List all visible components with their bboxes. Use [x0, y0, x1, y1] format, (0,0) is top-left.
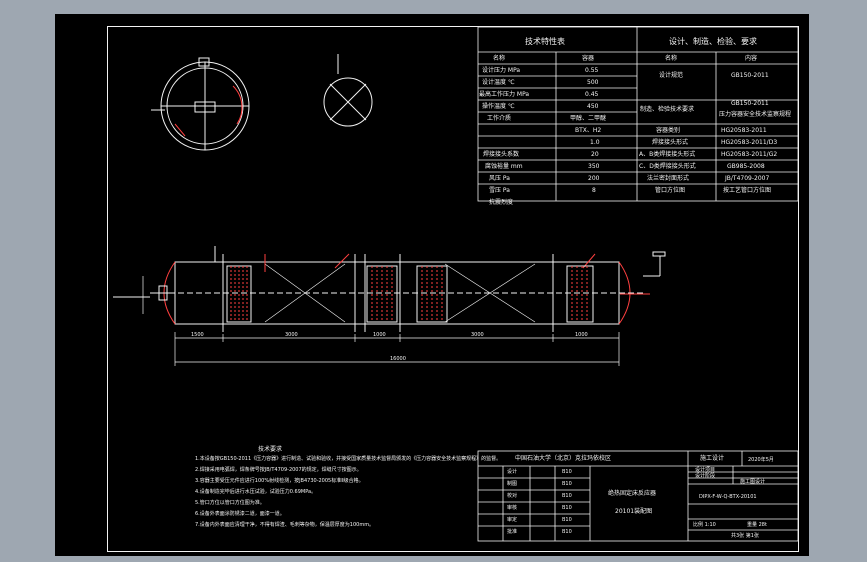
req-row-value: GB150-2011 — [731, 72, 769, 79]
note-line: 4.设备制造完毕后进行水压试验，试验压力0.69MPa。 — [195, 489, 317, 495]
spec-row-label: 腐蚀裕量 mm — [485, 163, 523, 170]
req-row-value: GB985-2008 — [727, 163, 765, 170]
req-row-label: 焊接接头形式 — [652, 139, 689, 146]
req-row-label: 名称 — [665, 55, 678, 62]
drawing-sheet: 技术特性表 设计、制造、检验、要求 名称 容器 设计压力 MPa 0.55 设计… — [55, 14, 809, 556]
role-id: B10 — [562, 481, 572, 487]
req-row-value: 按工艺管口方位图 — [723, 187, 772, 194]
dim-1: 1500 — [191, 332, 204, 338]
spec-row-value: 容器 — [582, 55, 595, 62]
role-label: 审核 — [507, 505, 518, 511]
spec-row-label: 最高工作压力 MPa — [479, 91, 530, 98]
drawing-name-1: 绝热固定床反应器 — [608, 490, 657, 497]
spec-row-label: 设计温度 ℃ — [482, 79, 515, 86]
spec-row-value: 0.45 — [585, 91, 599, 98]
req-row-value: 内容 — [745, 55, 758, 62]
note-line: 7.设备内外表面应清理干净，不得有焊渣、毛刺等杂物，保温层厚度为100mm。 — [195, 522, 375, 528]
dim-5: 1000 — [575, 332, 588, 338]
req-row-label: C、D类焊接接头形式 — [639, 163, 696, 170]
drawing-name-2: 20101装配图 — [615, 508, 653, 515]
section-view-a — [151, 57, 250, 151]
title-right-label: 施工图设计 — [740, 479, 766, 485]
note-line: 2.焊接采用电弧焊，焊条牌号按JB/T4709-2007的规定，焊缝尺寸按图示。 — [195, 467, 362, 473]
role-id: B10 — [562, 469, 572, 475]
req-row-value: HG20583-2011 — [721, 127, 767, 134]
title-block-stage: 施工设计 — [700, 455, 725, 462]
dim-total-length: 16000 — [390, 356, 406, 362]
spec-row-label: 抗震烈度 — [489, 199, 514, 206]
title-block-school: 中国石油大学（北京）克拉玛依校区 — [515, 455, 612, 462]
req-row-value: JB/T4709-2007 — [725, 175, 770, 182]
spec-row-value: 20 — [591, 151, 599, 158]
section-view-b — [323, 54, 373, 127]
role-id: B10 — [562, 493, 572, 499]
req-row-value: HG20583-2011/D3 — [721, 139, 778, 146]
req-row-value: GB150-2011 — [731, 100, 769, 107]
dim-3: 1000 — [373, 332, 386, 338]
role-label: 校对 — [507, 493, 518, 499]
spec-row-label: 风压 Pa — [489, 175, 510, 182]
spec-row-label: 工作介质 — [487, 115, 512, 122]
catalyst-bed-2 — [366, 265, 448, 323]
catalyst-bed-1 — [226, 265, 252, 323]
spec-row-value: 1.0 — [590, 139, 600, 146]
spec-row-value: 0.55 — [585, 67, 599, 74]
spec-row-label: 雪压 Pa — [489, 187, 510, 194]
req-row-label: 设计规范 — [659, 72, 684, 79]
spec-row-value: 450 — [587, 103, 599, 110]
dimension-lines — [142, 276, 620, 366]
title-right-label: 设计阶段 — [695, 473, 716, 479]
drawing-weight: 重量 28t — [747, 522, 767, 528]
role-id: B10 — [562, 517, 572, 523]
spec-row-label: 名称 — [493, 55, 506, 62]
dim-4: 3000 — [471, 332, 484, 338]
req-row-label: 法兰密封面形式 — [647, 175, 690, 182]
req-row-value: HG20583-2011/G2 — [721, 151, 778, 158]
spec-row-value: 200 — [588, 175, 600, 182]
spec-row-label: 设计压力 MPa — [482, 67, 521, 74]
requirements-table-title: 设计、制造、检验、要求 — [669, 37, 757, 46]
spec-row-value: 500 — [587, 79, 599, 86]
spec-row-label: 焊接接头系数 — [483, 151, 520, 158]
spec-table-title: 技术特性表 — [525, 37, 565, 46]
req-row-label: 制造、检验技术要求 — [640, 106, 695, 113]
dim-2: 3000 — [285, 332, 298, 338]
req-row-label: 容器类别 — [656, 127, 681, 134]
role-label: 设计 — [507, 469, 518, 475]
note-line: 3.容器主要受压元件应进行100%射线检测，按JB4730-2005标准Ⅱ级合格… — [195, 478, 364, 484]
spec-row-value: 350 — [588, 163, 600, 170]
req-row-label: A、B类焊接接头形式 — [639, 151, 696, 158]
catalyst-bed-3 — [566, 265, 594, 323]
spec-row-value: 8 — [592, 187, 596, 194]
req-row-label: 管口方位图 — [655, 187, 686, 194]
spec-row-value: BTX、H2 — [575, 127, 602, 134]
drawing-code: DIPX-F-W-Q-BTX-20101 — [699, 494, 757, 500]
role-label: 审定 — [507, 517, 518, 523]
note-line: 5.管口方位以管口方位图为准。 — [195, 500, 265, 506]
drawing-scale: 比例 1:10 — [693, 522, 716, 528]
role-id: B10 — [562, 505, 572, 511]
title-block-date: 2020年5月 — [748, 457, 774, 463]
role-label: 批准 — [507, 529, 518, 535]
note-line: 6.设备外表面涂防锈漆二道，面漆一道。 — [195, 511, 285, 517]
role-id: B10 — [562, 529, 572, 535]
role-label: 制图 — [507, 481, 518, 487]
notes-title: 技术要求 — [258, 446, 283, 453]
spec-row-value: 甲醇、二甲醚 — [570, 115, 607, 122]
note-line: 1.本设备按GB150-2011《压力容器》进行制造、试验和验收，并接受国家质量… — [195, 456, 502, 462]
drawing-sheet-no: 共3张 第1张 — [731, 533, 759, 539]
req-row-value: 压力容器安全技术监察规程 — [719, 111, 792, 118]
spec-row-label: 操作温度 ℃ — [482, 103, 515, 110]
